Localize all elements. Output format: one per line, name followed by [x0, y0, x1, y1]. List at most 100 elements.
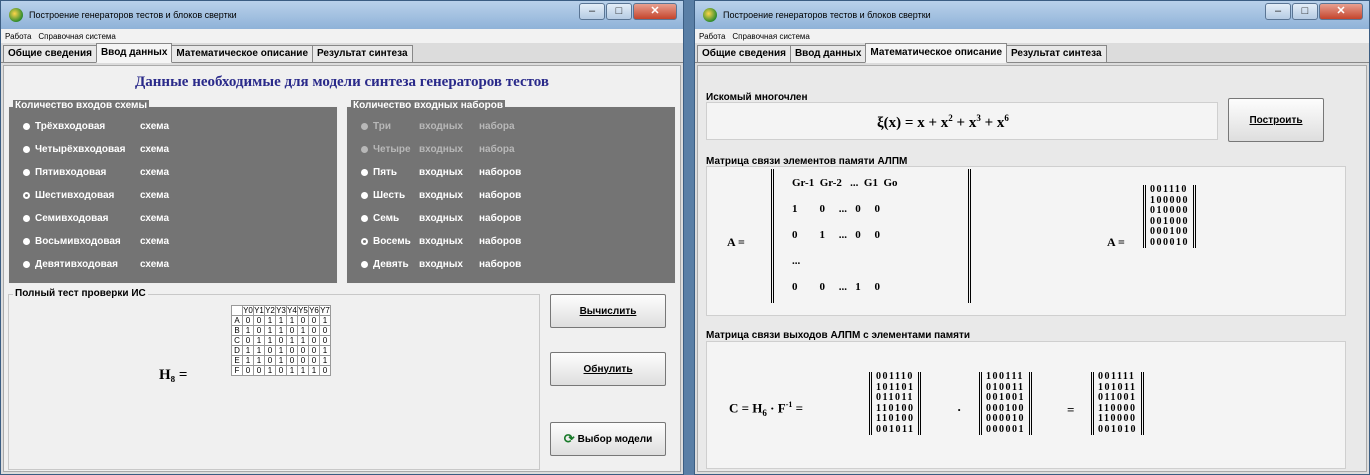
- table-cell[interactable]: 1: [264, 365, 276, 376]
- inputs-option[interactable]: Семивходовая схема: [23, 213, 169, 224]
- table-cell[interactable]: 0: [275, 365, 287, 376]
- tab-input-data[interactable]: Ввод данных: [95, 43, 173, 63]
- tab-result[interactable]: Результат синтеза: [1006, 45, 1107, 62]
- table-cell[interactable]: 1: [242, 325, 254, 336]
- radio-icon[interactable]: [23, 238, 30, 245]
- radio-icon[interactable]: [23, 123, 30, 130]
- table-cell[interactable]: 0: [297, 345, 309, 356]
- table-cell[interactable]: 1: [297, 365, 309, 376]
- sets-option[interactable]: Восемь входных наборов: [361, 236, 521, 247]
- table-cell[interactable]: 0: [253, 365, 265, 376]
- radio-icon[interactable]: [361, 192, 368, 199]
- table-cell[interactable]: 0: [242, 365, 254, 376]
- table-row: B10110100: [231, 325, 331, 336]
- option-word: Трёхвходовая: [35, 121, 106, 132]
- radio-icon[interactable]: [361, 215, 368, 222]
- table-cell[interactable]: 0: [264, 345, 276, 356]
- tab-input-data[interactable]: Ввод данных: [789, 45, 867, 62]
- sets-option[interactable]: Семь входных наборов: [361, 213, 521, 224]
- radio-icon[interactable]: [361, 261, 368, 268]
- tab-math[interactable]: Математическое описание: [865, 43, 1008, 63]
- sets-option[interactable]: Девять входных наборов: [361, 259, 521, 270]
- inputs-option[interactable]: Трёхвходовая схема: [23, 121, 169, 132]
- table-cell[interactable]: 0: [275, 335, 287, 346]
- table-cell[interactable]: 1: [297, 325, 309, 336]
- radio-icon[interactable]: [23, 215, 30, 222]
- radio-icon[interactable]: [23, 146, 30, 153]
- table-cell[interactable]: 0: [264, 355, 276, 366]
- minimize-icon[interactable]: –: [579, 3, 605, 20]
- table-cell[interactable]: 1: [242, 355, 254, 366]
- tab-math[interactable]: Математическое описание: [171, 45, 314, 62]
- table-cell[interactable]: 1: [275, 325, 287, 336]
- table-cell[interactable]: 0: [308, 315, 320, 326]
- close-icon[interactable]: ✕: [1319, 3, 1363, 20]
- table-cell[interactable]: 1: [264, 315, 276, 326]
- table-cell[interactable]: 1: [242, 345, 254, 356]
- table-cell[interactable]: 0: [286, 345, 298, 356]
- tab-general[interactable]: Общие сведения: [697, 45, 791, 62]
- inputs-option[interactable]: Пятивходовая схема: [23, 167, 169, 178]
- maximize-icon[interactable]: □: [606, 3, 632, 20]
- title-bar[interactable]: Построение генераторов тестов и блоков с…: [695, 1, 1369, 29]
- table-cell[interactable]: 0: [286, 355, 298, 366]
- model-button[interactable]: ⟳ Выбор модели: [550, 422, 666, 456]
- menu-item-work[interactable]: Работа: [699, 32, 725, 41]
- table-cell[interactable]: 0: [242, 315, 254, 326]
- table-cell[interactable]: 0: [319, 365, 331, 376]
- radio-icon[interactable]: [23, 192, 30, 199]
- table-cell[interactable]: 1: [253, 355, 265, 366]
- table-cell[interactable]: 1: [275, 355, 287, 366]
- table-cell[interactable]: 0: [253, 325, 265, 336]
- close-icon[interactable]: ✕: [633, 3, 677, 20]
- menu-item-help[interactable]: Справочная система: [38, 32, 115, 41]
- table-cell[interactable]: 1: [319, 345, 331, 356]
- table-cell[interactable]: 0: [308, 345, 320, 356]
- inputs-option[interactable]: Восьмивходовая схема: [23, 236, 169, 247]
- table-cell[interactable]: 1: [286, 365, 298, 376]
- minimize-icon[interactable]: –: [1265, 3, 1291, 20]
- radio-icon[interactable]: [23, 261, 30, 268]
- table-cell[interactable]: 0: [297, 315, 309, 326]
- table-cell[interactable]: 0: [253, 315, 265, 326]
- inputs-option[interactable]: Девятивходовая схема: [23, 259, 169, 270]
- table-cell[interactable]: 0: [308, 355, 320, 366]
- radio-icon[interactable]: [23, 169, 30, 176]
- table-cell[interactable]: 0: [308, 335, 320, 346]
- tab-result[interactable]: Результат синтеза: [312, 45, 413, 62]
- outputs-label: Матрица связи выходов АЛПМ с элементами …: [706, 330, 971, 341]
- table-cell[interactable]: 1: [275, 315, 287, 326]
- table-cell[interactable]: 1: [286, 315, 298, 326]
- table-cell[interactable]: 1: [264, 335, 276, 346]
- radio-icon[interactable]: [361, 169, 368, 176]
- table-cell[interactable]: 1: [319, 355, 331, 366]
- column-header: Y4: [286, 305, 298, 316]
- table-cell[interactable]: 1: [319, 315, 331, 326]
- table-cell[interactable]: 0: [319, 325, 331, 336]
- table-cell[interactable]: 0: [286, 325, 298, 336]
- inputs-option[interactable]: Шестивходовая схема: [23, 190, 169, 201]
- reset-button[interactable]: Обнулить: [550, 352, 666, 386]
- sets-option[interactable]: Пять входных наборов: [361, 167, 521, 178]
- table-cell[interactable]: 1: [275, 345, 287, 356]
- radio-icon[interactable]: [361, 238, 368, 245]
- table-cell[interactable]: 0: [319, 335, 331, 346]
- table-cell[interactable]: 1: [253, 335, 265, 346]
- tab-general[interactable]: Общие сведения: [3, 45, 97, 62]
- inputs-option[interactable]: Четырёхвходовая схема: [23, 144, 169, 155]
- table-cell[interactable]: 0: [308, 325, 320, 336]
- table-cell[interactable]: 0: [297, 355, 309, 366]
- table-cell[interactable]: 1: [297, 335, 309, 346]
- compute-button[interactable]: Вычислить: [550, 294, 666, 328]
- table-cell[interactable]: 1: [308, 365, 320, 376]
- menu-item-work[interactable]: Работа: [5, 32, 31, 41]
- title-bar[interactable]: Построение генераторов тестов и блоков с…: [1, 1, 683, 29]
- table-cell[interactable]: 0: [242, 335, 254, 346]
- maximize-icon[interactable]: □: [1292, 3, 1318, 20]
- build-button[interactable]: Построить: [1228, 98, 1324, 142]
- table-cell[interactable]: 1: [253, 345, 265, 356]
- table-cell[interactable]: 1: [264, 325, 276, 336]
- menu-item-help[interactable]: Справочная система: [732, 32, 809, 41]
- table-cell[interactable]: 1: [286, 335, 298, 346]
- sets-option[interactable]: Шесть входных наборов: [361, 190, 521, 201]
